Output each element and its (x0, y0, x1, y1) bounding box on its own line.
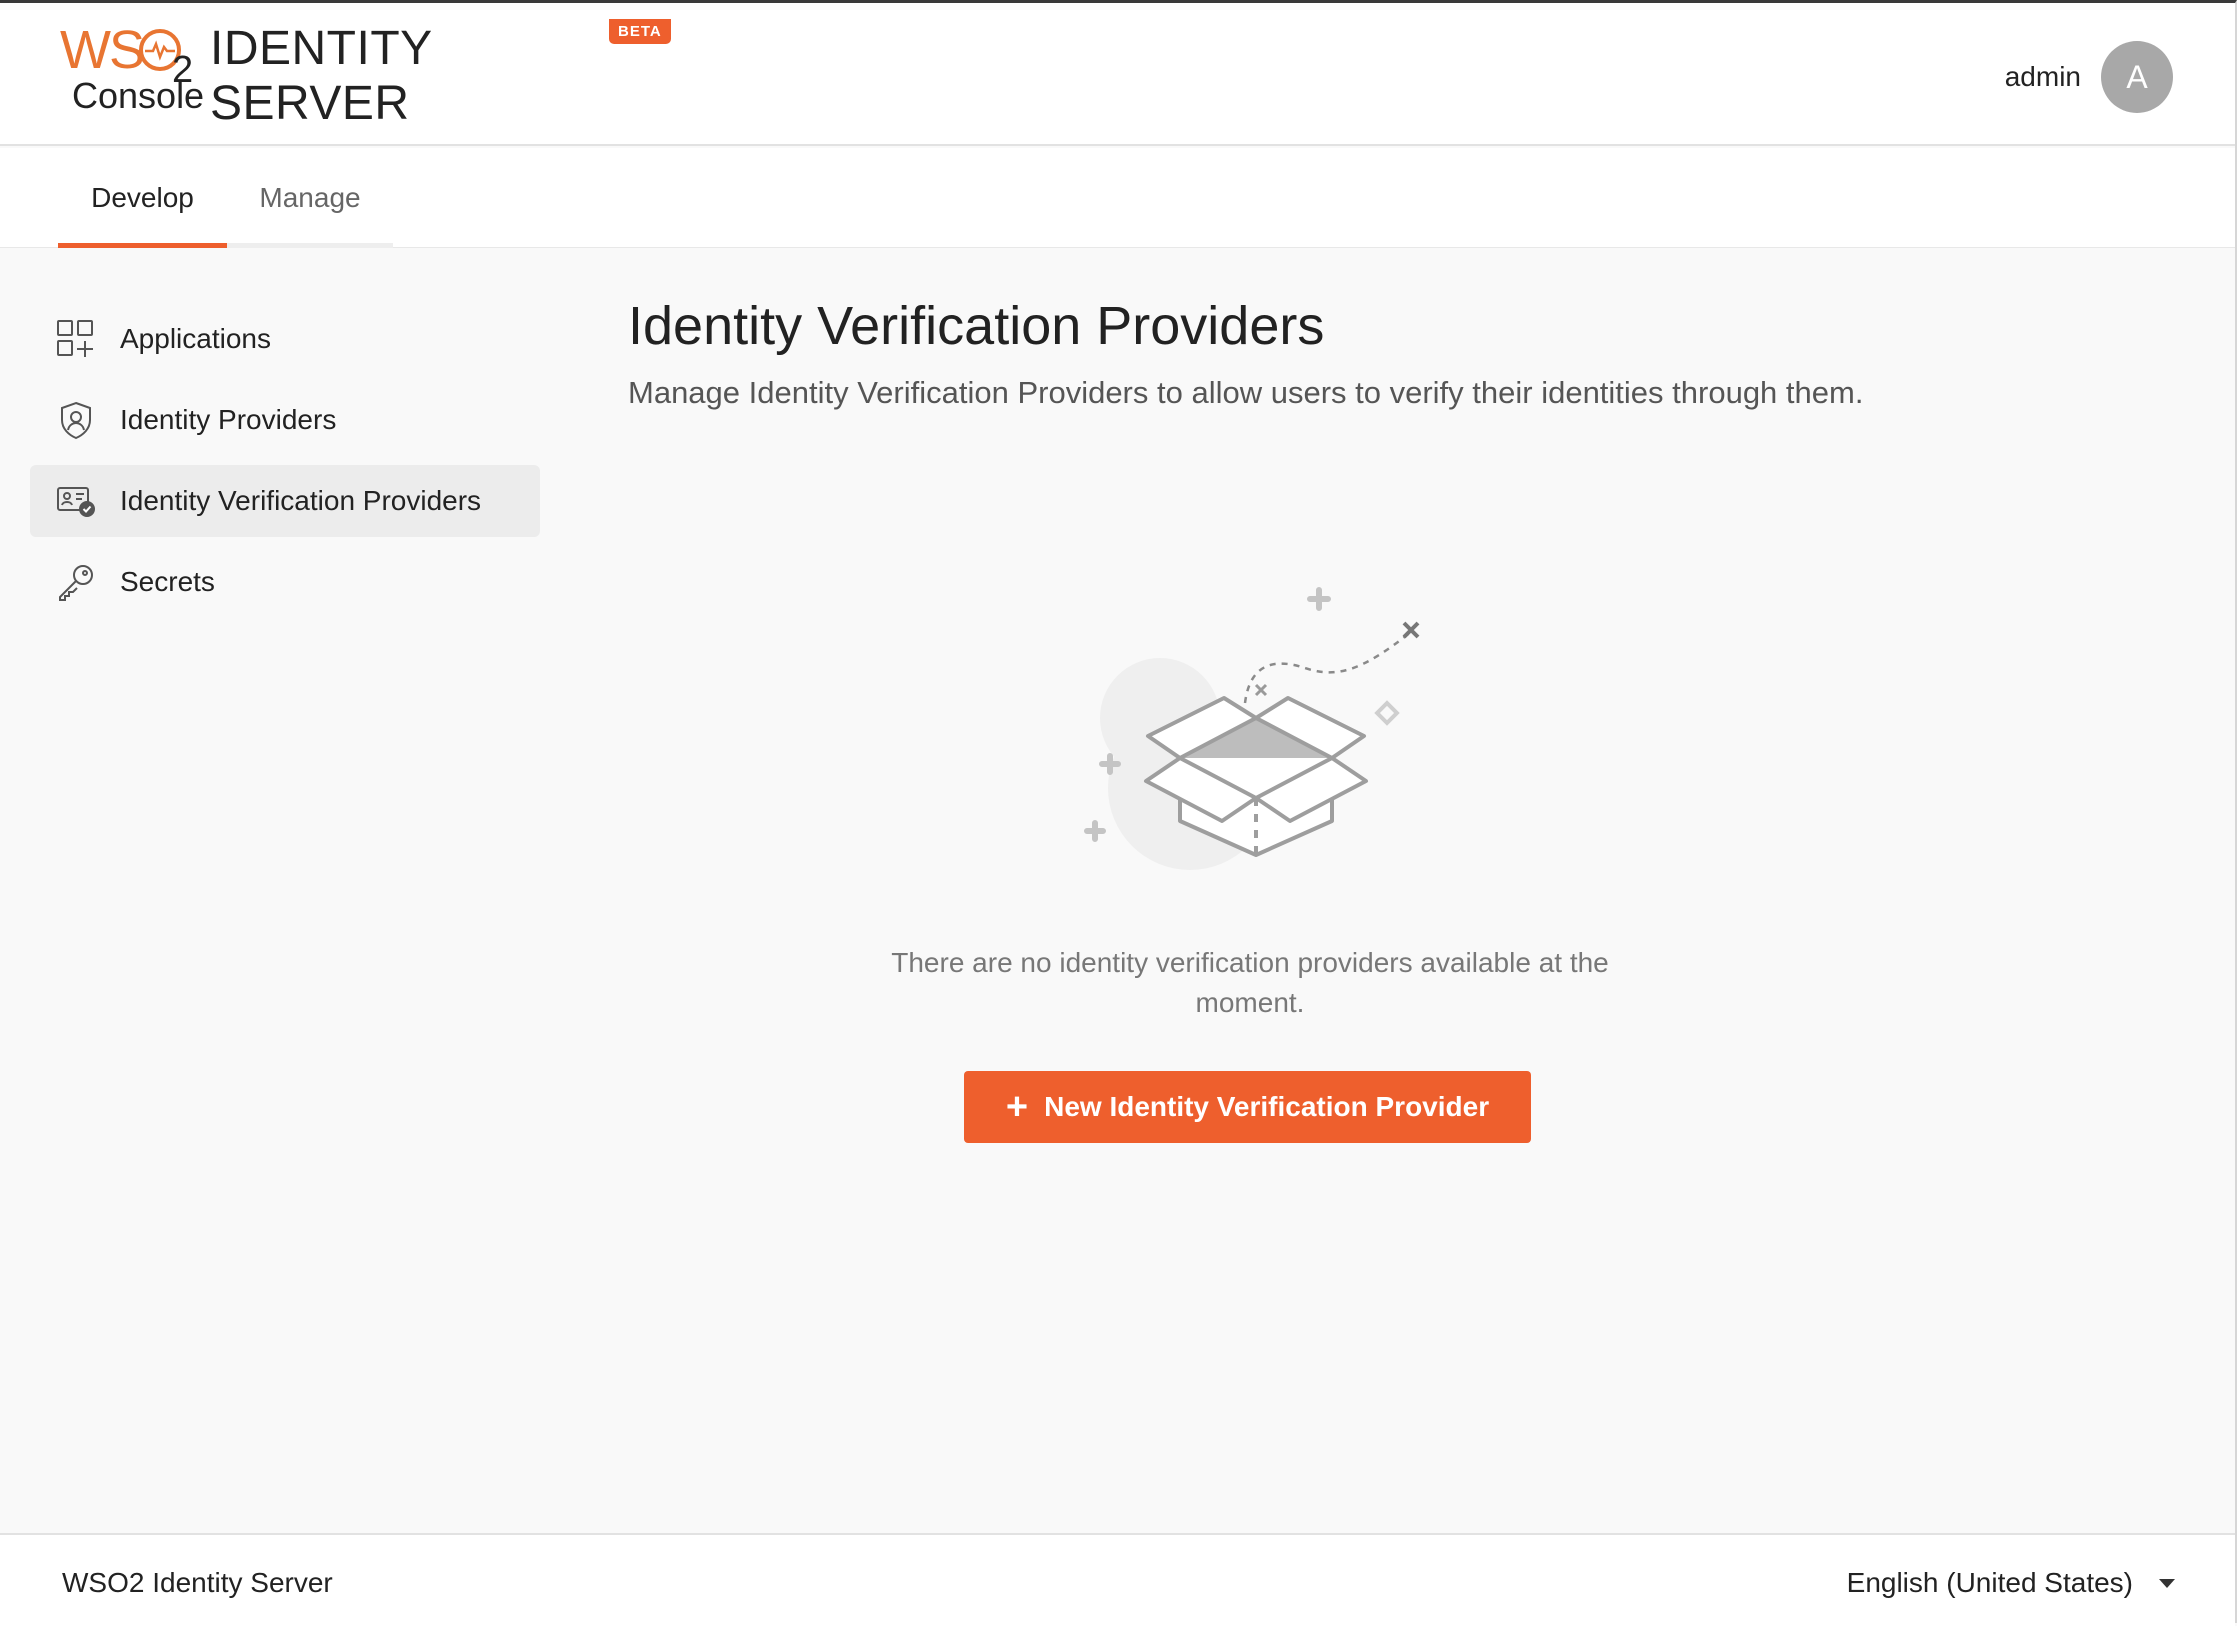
sidebar: Applications Identity Providers Identity… (30, 303, 540, 627)
language-label: English (United States) (1846, 1567, 2133, 1598)
tab-manage[interactable]: Manage (227, 148, 393, 248)
key-icon (56, 562, 96, 602)
new-button-label: New Identity Verification Provider (1044, 1091, 1490, 1122)
sidebar-item-label: Secrets (120, 566, 215, 597)
applications-icon (56, 319, 96, 359)
product-name: IDENTITY SERVER (210, 22, 432, 130)
empty-state-message: There are no identity verification provi… (850, 943, 1650, 1023)
empty-message-line-2: moment. (1195, 987, 1305, 1018)
plus-icon: + (1005, 1086, 1029, 1128)
language-selector[interactable]: English (United States) (1847, 1567, 2175, 1599)
footer-brand: WSO2 Identity Server (62, 1567, 333, 1598)
console-label: Console (72, 75, 205, 116)
sidebar-item-applications[interactable]: Applications (30, 303, 540, 375)
sidebar-item-identity-verification-providers[interactable]: Identity Verification Providers (30, 465, 540, 537)
sidebar-item-label: Identity Verification Providers (120, 485, 482, 516)
empty-message-line-1: There are no identity verification provi… (891, 947, 1609, 978)
avatar[interactable]: A (2101, 41, 2173, 113)
user-menu[interactable]: admin A (2005, 41, 2173, 113)
beta-badge: BETA (609, 19, 671, 44)
footer: WSO2 Identity Server English (United Sta… (0, 1533, 2235, 1626)
user-name[interactable]: admin (2005, 61, 2081, 93)
id-card-verified-icon (56, 481, 96, 521)
page-title: Identity Verification Providers (628, 296, 1325, 356)
tab-develop[interactable]: Develop (58, 148, 227, 248)
sidebar-item-label: Identity Providers (120, 404, 337, 435)
logo-wso-text: WS (60, 20, 145, 80)
sidebar-item-label: Applications (120, 323, 271, 354)
page-description: Manage Identity Verification Providers t… (628, 375, 1864, 410)
sidebar-item-secrets[interactable]: Secrets (30, 546, 540, 618)
sidebar-item-identity-providers[interactable]: Identity Providers (30, 384, 540, 456)
tab-bar: Develop Manage (0, 148, 2235, 248)
app-window: WS 2 IDENTITY SERVER Console BETA admin … (0, 0, 2237, 1626)
chevron-down-icon (2159, 1578, 2175, 1588)
empty-box-illustration (1084, 587, 1420, 870)
top-header: WS 2 IDENTITY SERVER Console BETA admin … (0, 3, 2235, 146)
new-identity-verification-provider-button[interactable]: + New Identity Verification Provider (964, 1071, 1531, 1143)
wso2-logo[interactable]: WS 2 IDENTITY SERVER Console BETA (60, 19, 671, 130)
identity-providers-icon (56, 400, 96, 440)
